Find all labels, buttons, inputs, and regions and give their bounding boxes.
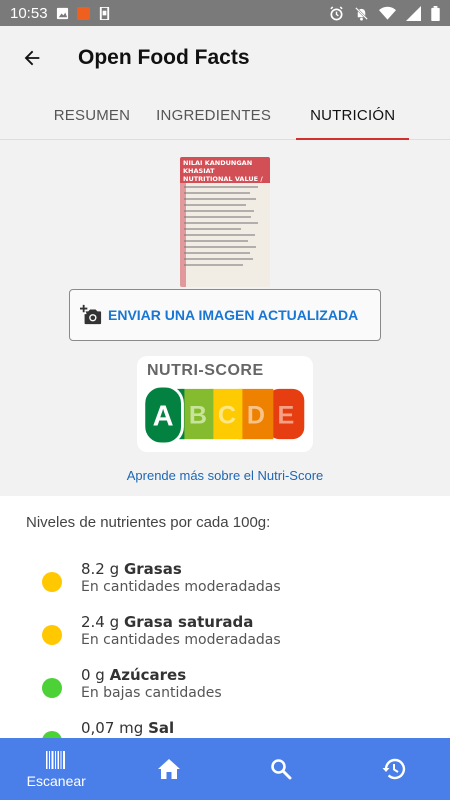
label-rows xyxy=(180,183,270,273)
level-dot xyxy=(42,731,62,738)
nav-scan-label: Escanear xyxy=(26,772,86,789)
upload-image-label: ENVIAR UNA IMAGEN ACTUALIZADA xyxy=(108,307,359,323)
grade-c-letter: C xyxy=(218,402,236,430)
home-icon xyxy=(157,759,180,779)
nutrient-name: Grasas xyxy=(123,560,182,578)
tab-resumen[interactable]: RESUMEN xyxy=(41,92,143,139)
phone-icon xyxy=(99,6,109,20)
grade-a-letter: A xyxy=(153,401,174,433)
arrow-back-icon xyxy=(24,50,40,66)
level-dot xyxy=(42,678,62,698)
nav-history[interactable] xyxy=(338,738,450,800)
nutrient-level: En cantidades moderadadas xyxy=(81,579,281,595)
tab-ingredientes[interactable]: INGREDIENTES xyxy=(143,92,284,139)
status-time: 10:53 xyxy=(10,4,48,22)
nutrient-item-fat: 8.2 g Grasas En cantidades moderadadas xyxy=(42,560,281,606)
nutrition-header-section: NILAI KANDUNGAN KHASIAT NUTRITIONAL VALU… xyxy=(0,140,450,496)
nutrient-item-saturated-fat: 2.4 g Grasa saturada En cantidades moder… xyxy=(42,613,281,659)
nutrient-item-salt: 0,07 mg Sal xyxy=(42,719,174,738)
label-line-1: NILAI KANDUNGAN KHASIAT xyxy=(183,159,253,175)
grade-e-letter: E xyxy=(278,402,295,430)
mute-icon xyxy=(355,6,368,21)
nutrient-level: En bajas cantidades xyxy=(81,685,222,701)
nutri-score-scale: A B C D E xyxy=(142,386,305,444)
tab-nutricion[interactable]: NUTRICIÓN xyxy=(296,92,410,140)
nutrient-item-sugars: 0 g Azúcares En bajas cantidades xyxy=(42,666,222,712)
nutrient-amount: 2.4 g xyxy=(81,613,120,631)
nav-search[interactable] xyxy=(225,738,338,800)
main-content[interactable]: NILAI KANDUNGAN KHASIAT NUTRITIONAL VALU… xyxy=(0,140,450,738)
app-icon xyxy=(76,6,90,20)
label-header: NILAI KANDUNGAN KHASIAT NUTRITIONAL VALU… xyxy=(180,157,270,183)
add-photo-icon xyxy=(80,304,102,325)
history-icon xyxy=(382,758,405,780)
nutrient-amount: 0 g xyxy=(81,666,105,684)
battery-icon xyxy=(431,5,440,21)
app-bar: Open Food Facts xyxy=(0,26,450,90)
upload-image-button[interactable]: ENVIAR UNA IMAGEN ACTUALIZADA xyxy=(69,289,381,341)
nutrient-name: Sal xyxy=(148,719,175,737)
grade-b-letter: B xyxy=(189,402,207,430)
nutrient-name: Grasa saturada xyxy=(123,613,254,631)
signal-icon xyxy=(406,5,421,21)
barcode-icon xyxy=(46,750,66,769)
nav-scan[interactable]: Escanear xyxy=(0,738,113,800)
nutrient-amount: 8.2 g xyxy=(81,560,120,578)
nutrient-levels-section: Niveles de nutrientes por cada 100g: 8.2… xyxy=(0,496,450,738)
wifi-icon xyxy=(379,6,396,20)
alarm-icon xyxy=(330,5,343,20)
back-button[interactable] xyxy=(0,26,64,90)
tab-bar: RESUMEN INGREDIENTES NUTRICIÓN xyxy=(0,92,450,140)
level-dot xyxy=(42,625,62,645)
bottom-navigation: Escanear xyxy=(0,738,450,800)
nutrient-level: En cantidades moderadadas xyxy=(81,632,281,648)
label-line-2: NUTRITIONAL VALUE / 营养成份 xyxy=(183,175,263,183)
nutrition-label-image[interactable]: NILAI KANDUNGAN KHASIAT NUTRITIONAL VALU… xyxy=(180,157,270,287)
nutrient-name: Azúcares xyxy=(109,666,187,684)
status-bar: 10:53 xyxy=(0,0,450,26)
nutri-score-badge: NUTRI-SCORE A B C D E xyxy=(137,356,313,452)
nutrient-levels-title: Niveles de nutrientes por cada 100g: xyxy=(26,514,271,531)
nav-home[interactable] xyxy=(113,738,226,800)
image-icon xyxy=(56,7,68,19)
learn-more-nutri-score-link[interactable]: Aprende más sobre el Nutri-Score xyxy=(0,468,450,483)
grade-d-letter: D xyxy=(247,402,265,430)
nutri-score-title: NUTRI-SCORE xyxy=(147,362,264,379)
search-icon xyxy=(271,759,292,780)
level-dot xyxy=(42,572,62,592)
nutrient-amount: 0,07 mg xyxy=(81,719,144,737)
app-title: Open Food Facts xyxy=(78,46,250,69)
